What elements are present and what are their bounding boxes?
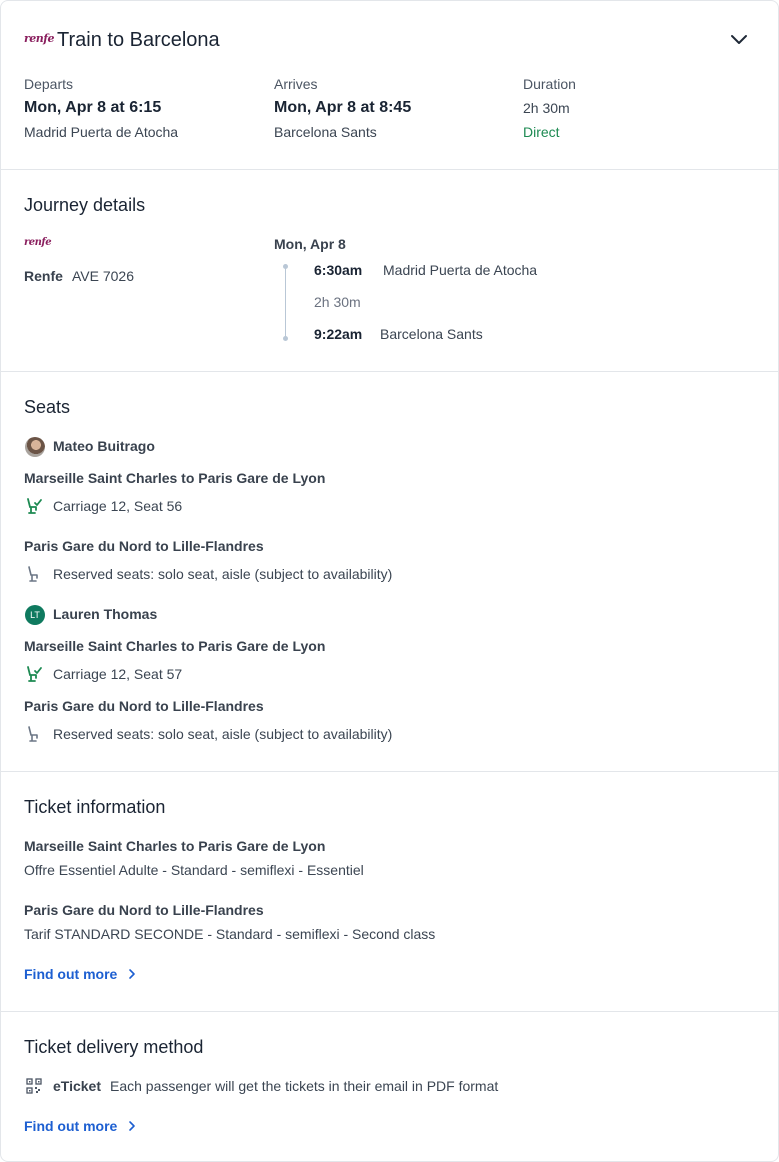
avatar	[25, 437, 45, 457]
delivery-description: Each passenger will get the tickets in t…	[110, 1078, 499, 1094]
segment-route: Marseille Saint Charles to Paris Gare de…	[24, 638, 326, 654]
renfe-logo: renfe	[24, 237, 52, 248]
departure-station: Madrid Puerta de Atocha	[383, 262, 538, 278]
trip-title: Train to Barcelona	[57, 29, 220, 51]
departure-time: 6:30am	[314, 262, 363, 278]
arrives-station: Barcelona Sants	[274, 124, 377, 140]
renfe-logo: renfe	[24, 32, 55, 45]
departs-value: Mon, Apr 8 at 6:15	[24, 99, 162, 116]
timeline-start-dot	[283, 264, 288, 269]
departs-station: Madrid Puerta de Atocha	[24, 124, 179, 140]
seats-title: Seats	[24, 397, 71, 417]
departs-label: Departs	[24, 76, 74, 92]
fare-description: Offre Essentiel Adulte - Standard - semi…	[24, 862, 364, 878]
ticket-info-title: Ticket information	[24, 797, 166, 817]
chevron-right-icon	[128, 969, 135, 979]
journey-details: Journey details renfe Renfe AVE 7026 Mon…	[1, 170, 778, 372]
seats-section: Seats Mateo Buitrago Marseille Saint Cha…	[1, 372, 778, 772]
fare-route: Marseille Saint Charles to Paris Gare de…	[24, 838, 326, 854]
qr-code-icon	[26, 1078, 42, 1094]
direct-badge: Direct	[523, 124, 560, 140]
train-number: AVE 7026	[72, 268, 135, 284]
duration-label: Duration	[523, 76, 576, 92]
segment-route: Paris Gare du Nord to Lille-Flandres	[24, 538, 264, 554]
operator-name: Renfe	[24, 268, 63, 284]
duration-value: 2h 30m	[523, 100, 570, 116]
find-out-more-label[interactable]: Find out more	[24, 966, 117, 982]
trip-summary: renfe Train to Barcelona Departs Mon, Ap…	[1, 1, 778, 170]
timeline-end-dot	[283, 336, 288, 341]
seat-preference: Reserved seats: solo seat, aisle (subjec…	[53, 566, 393, 582]
arrives-value: Mon, Apr 8 at 8:45	[274, 99, 412, 116]
fare-route: Paris Gare du Nord to Lille-Flandres	[24, 902, 264, 918]
find-out-more-link[interactable]: Find out more	[24, 966, 136, 984]
find-out-more-label[interactable]: Find out more	[24, 1118, 117, 1134]
passenger-name: Mateo Buitrago	[53, 438, 155, 454]
segment-duration: 2h 30m	[314, 294, 361, 310]
delivery-title: Ticket delivery method	[24, 1037, 204, 1057]
seat-reserved-icon	[28, 566, 38, 582]
timeline-line	[285, 266, 286, 339]
fare-description: Tarif STANDARD SECONDE - Standard - semi…	[24, 926, 436, 942]
find-out-more-link[interactable]: Find out more	[24, 1118, 136, 1136]
arrival-time: 9:22am	[314, 326, 363, 342]
seat-confirmed-icon	[27, 666, 42, 682]
seat-confirmed-icon	[27, 498, 42, 514]
seat-assignment: Carriage 12, Seat 56	[53, 498, 183, 514]
avatar: LT	[25, 605, 45, 625]
chevron-down-icon[interactable]	[730, 33, 748, 47]
ticket-delivery: Ticket delivery method eTicket Each pass…	[1, 1012, 778, 1161]
seat-preference: Reserved seats: solo seat, aisle (subjec…	[53, 726, 393, 742]
chevron-right-icon	[128, 1121, 135, 1131]
arrival-station: Barcelona Sants	[380, 326, 483, 342]
journey-title: Journey details	[24, 195, 146, 215]
passenger-name: Lauren Thomas	[53, 606, 158, 622]
ticket-information: Ticket information Marseille Saint Charl…	[1, 772, 778, 1012]
delivery-method: eTicket	[53, 1078, 101, 1094]
arrives-label: Arrives	[274, 76, 318, 92]
seat-assignment: Carriage 12, Seat 57	[53, 666, 183, 682]
seat-reserved-icon	[28, 726, 38, 742]
segment-route: Paris Gare du Nord to Lille-Flandres	[24, 698, 264, 714]
avatar-initials: LT	[30, 610, 40, 620]
segment-route: Marseille Saint Charles to Paris Gare de…	[24, 470, 326, 486]
journey-date: Mon, Apr 8	[274, 236, 346, 252]
trip-card: renfe Train to Barcelona Departs Mon, Ap…	[0, 0, 779, 1162]
